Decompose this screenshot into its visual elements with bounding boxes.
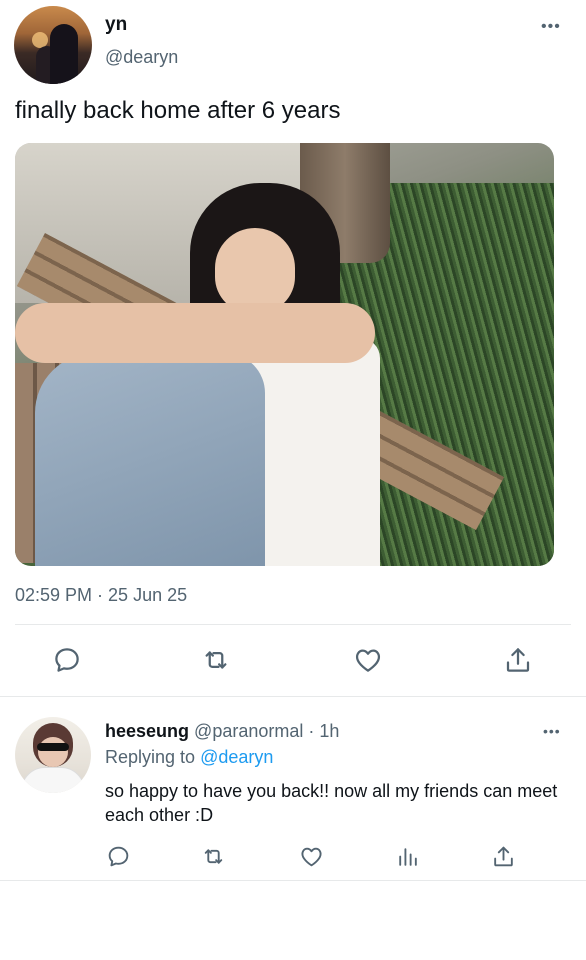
tweet-text: finally back home after 6 years [15,97,341,124]
share-icon [503,645,533,675]
reply-avatar[interactable] [15,717,91,793]
reply-handle[interactable]: @paranormal [194,721,303,741]
handle[interactable]: @dearyn [105,47,178,68]
retweet-icon [200,844,227,869]
comment-icon [106,844,131,869]
more-options-button[interactable]: ••• [543,723,561,739]
timestamp: 02:59 PM · 25 Jun 25 [15,585,188,605]
heart-icon [353,645,383,675]
reply-time[interactable]: 1h [319,721,339,741]
reply-button[interactable] [104,842,132,870]
avatar-figure [50,24,78,84]
retweet-icon [200,645,232,675]
avatar[interactable] [14,6,92,84]
divider [15,624,571,625]
separator: · [308,721,315,741]
reply-header: heeseung @paranormal · 1h [105,721,339,742]
retweet-button[interactable] [198,644,234,676]
reply-button[interactable] [49,644,85,676]
display-name[interactable]: yn [105,14,127,36]
share-icon [491,844,516,869]
share-button[interactable] [489,841,517,871]
more-options-button[interactable]: ••• [541,18,561,36]
heart-icon [299,844,324,869]
reply-display-name[interactable]: heeseung [105,721,189,741]
analytics-icon [395,844,420,869]
comment-icon [52,645,82,675]
divider [0,696,586,697]
reply-text: so happy to have you back!! now all my f… [105,781,558,825]
share-button[interactable] [500,643,536,677]
like-button[interactable] [297,842,325,870]
tweet-photo[interactable] [15,143,554,566]
like-button[interactable] [350,644,386,676]
replying-to: Replying to @dearyn [105,747,273,768]
analytics-button[interactable] [393,842,421,870]
replying-prefix: Replying to [105,747,196,767]
retweet-button[interactable] [198,842,228,870]
divider [0,880,586,881]
mention-link[interactable]: @dearyn [200,747,273,767]
